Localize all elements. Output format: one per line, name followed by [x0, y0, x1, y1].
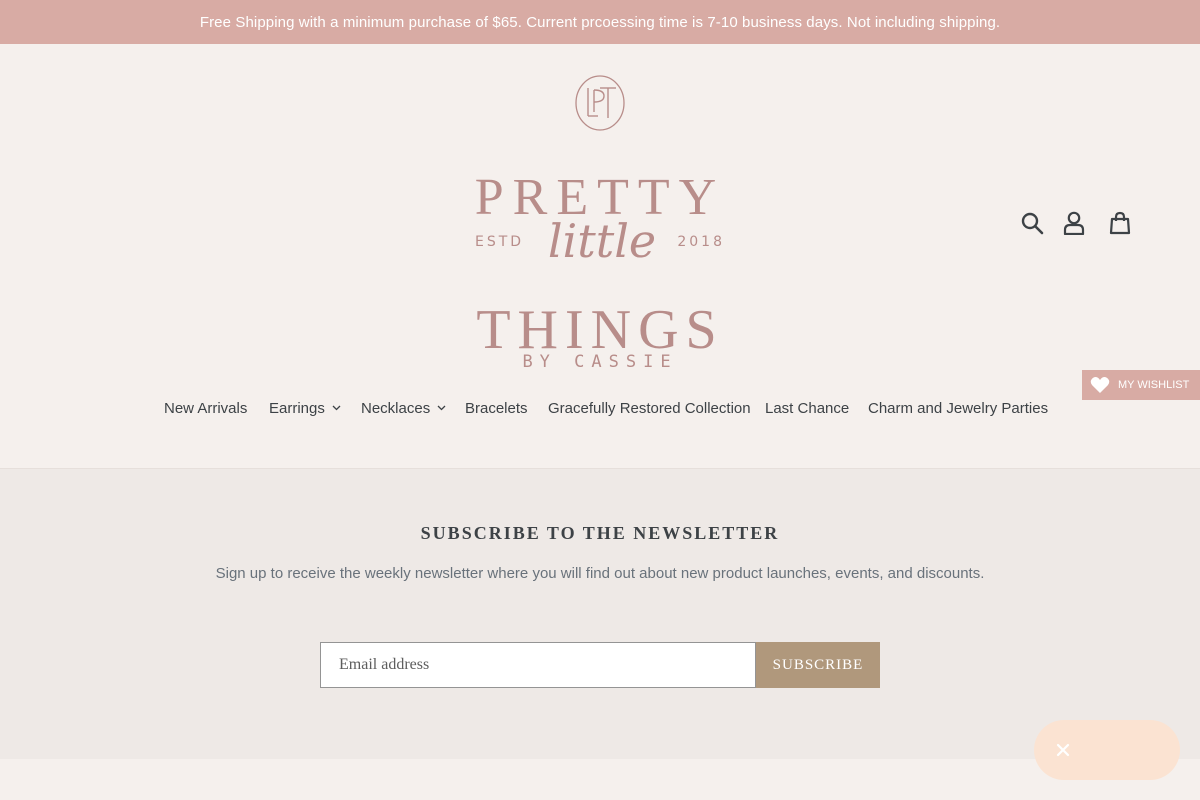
nav-item-earrings[interactable]: Earrings — [269, 396, 341, 420]
nav-item-label: Charm and Jewelry Parties — [868, 399, 1049, 417]
nav-item-label: Necklaces — [361, 399, 431, 417]
nav-item-label: New Arrivals — [164, 399, 248, 417]
nav-item-label: Bracelets — [465, 399, 528, 417]
logo-year: 2018 — [677, 234, 725, 250]
announcement-text: Free Shipping with a minimum purchase of… — [199, 13, 1001, 31]
newsletter-title: SUBSCRIBE TO THE NEWSLETTER — [420, 523, 780, 543]
announcement-bar: Free Shipping with a minimum purchase of… — [0, 0, 1200, 44]
nav-item-label: Earrings — [269, 399, 325, 417]
nav-item-label: Gracefully Restored Collection — [548, 399, 751, 417]
subscribe-button[interactable]: SUBSCRIBE — [756, 642, 880, 688]
logo-monogram — [575, 75, 625, 131]
nav-item-charm-parties[interactable]: Charm and Jewelry Parties — [868, 396, 1048, 420]
site-header: PRETTY ESTD little 2018 THINGS BY CASSIE — [0, 44, 1200, 469]
footer-strip — [0, 759, 1200, 800]
wishlist-label: MY WISHLIST — [1118, 379, 1190, 391]
nav-item-label: Last Chance — [765, 399, 850, 417]
nav-item-new-arrivals[interactable]: New Arrivals — [164, 396, 247, 420]
nav-item-last-chance[interactable]: Last Chance — [765, 396, 849, 420]
heart-icon — [1090, 377, 1110, 393]
header-icons — [1017, 205, 1137, 241]
chevron-down-icon — [332, 405, 341, 411]
newsletter-section: SUBSCRIBE TO THE NEWSLETTER Sign up to r… — [0, 469, 1200, 759]
email-field[interactable] — [320, 642, 756, 688]
logo-estd-row: ESTD little 2018 — [475, 216, 725, 266]
account-icon[interactable] — [1059, 205, 1089, 241]
logo-script-little: little — [547, 214, 657, 268]
logo-byline: BY CASSIE — [522, 352, 678, 372]
chat-widget[interactable] — [1034, 720, 1180, 780]
newsletter-description: Sign up to receive the weekly newsletter… — [215, 565, 985, 582]
cart-icon[interactable] — [1105, 205, 1135, 241]
store-logo[interactable]: PRETTY ESTD little 2018 THINGS BY CASSIE — [450, 70, 750, 376]
logo-estd: ESTD — [475, 234, 525, 250]
search-icon[interactable] — [1017, 205, 1047, 241]
nav-item-gracefully-restored[interactable]: Gracefully Restored Collection — [548, 396, 751, 420]
newsletter-form: SUBSCRIBE — [320, 642, 880, 688]
close-icon[interactable] — [1056, 743, 1070, 757]
nav-item-necklaces[interactable]: Necklaces — [361, 396, 446, 420]
main-nav: New Arrivals Earrings Necklaces Bracelet… — [0, 396, 1200, 420]
chevron-down-icon — [437, 405, 446, 411]
nav-item-bracelets[interactable]: Bracelets — [465, 396, 528, 420]
